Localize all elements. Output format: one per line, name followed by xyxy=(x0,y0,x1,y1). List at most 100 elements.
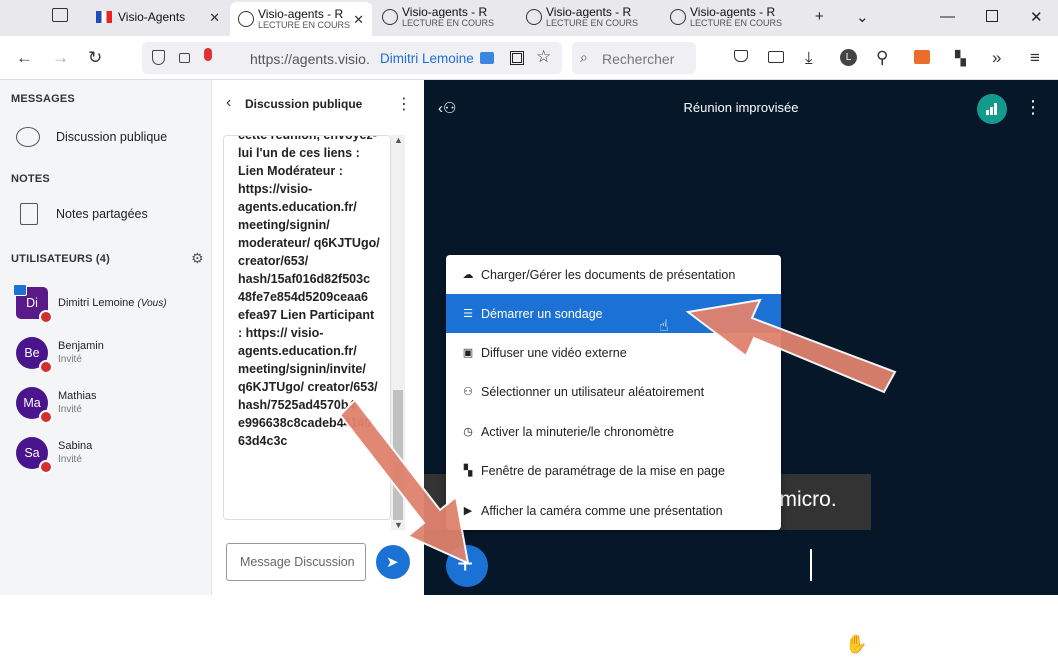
notification-banner-edge xyxy=(424,474,446,530)
tab-visio-agents-2[interactable]: Visio-agents - R LECTURE EN COURS ✕ xyxy=(230,2,372,36)
avatar: Be xyxy=(16,337,53,374)
chat-scrollbar[interactable]: ▲ ▼ xyxy=(391,135,405,530)
user-name: Benjamin Invité xyxy=(58,340,104,365)
lock-icon[interactable] xyxy=(179,53,190,63)
screen-share-off-icon xyxy=(759,638,777,654)
qr-code-icon[interactable] xyxy=(510,51,524,65)
microphone-button[interactable] xyxy=(621,625,666,668)
actions-button[interactable]: + xyxy=(446,545,488,587)
chat-message-list[interactable]: cette réunion, envoyez-lui l'un de ces l… xyxy=(223,135,391,520)
controls-divider xyxy=(810,549,812,581)
menu-item-camera-as-content[interactable]: ▶ Afficher la caméra comme une présentat… xyxy=(446,491,781,530)
scroll-up-icon[interactable]: ▲ xyxy=(394,135,403,145)
menu-item-start-poll[interactable]: ☰ Démarrer un sondage ☝ xyxy=(446,294,781,335)
extension-badge-icon[interactable] xyxy=(914,50,930,64)
sidebar-item-shared-notes[interactable]: Notes partagées xyxy=(16,203,148,225)
url-user-label: Dimitri Lemoine xyxy=(380,51,474,66)
messages-heading: MESSAGES xyxy=(11,93,75,105)
menu-item-layout-settings[interactable]: ▚ Fenêtre de paramétrage de la mise en p… xyxy=(446,451,781,490)
message-input[interactable]: Message Discussion xyxy=(226,543,366,581)
profile-icon[interactable]: L xyxy=(840,49,857,66)
maximize-icon[interactable] xyxy=(986,10,998,22)
search-bar[interactable]: ⌕ Rechercher xyxy=(572,42,696,74)
user-list-item[interactable]: Di Dimitri Lemoine (Vous) xyxy=(13,284,167,324)
menu-item-upload-presentation[interactable]: ☁ Charger/Gérer les documents de présent… xyxy=(446,255,781,294)
extensions-icon[interactable]: ⚲ xyxy=(876,48,888,68)
muted-microphone-icon xyxy=(39,310,53,324)
tab-title: Visio-Agents xyxy=(118,10,186,24)
tab-subtitle: LECTURE EN COURS xyxy=(258,20,351,30)
muted-microphone-icon xyxy=(39,410,53,424)
camera-button[interactable] xyxy=(684,625,726,667)
connection-status-icon[interactable] xyxy=(977,94,1007,124)
tab-visio-agents[interactable]: Visio-Agents ✕ xyxy=(88,0,228,34)
user-list-item[interactable]: Sa Sabina Invité xyxy=(16,437,93,474)
user-list-item[interactable]: Ma Mathias Invité xyxy=(16,387,97,424)
container-icon[interactable] xyxy=(480,52,494,64)
hamburger-menu-icon[interactable]: ≡ xyxy=(1030,48,1040,68)
chat-bubbles-icon xyxy=(16,127,40,147)
user-name: Sabina Invité xyxy=(58,440,93,465)
meeting-title: Réunion improvisée xyxy=(683,100,799,115)
globe-icon xyxy=(526,9,542,25)
download-icon[interactable]: ⤓ xyxy=(805,48,813,68)
close-window-icon[interactable]: ✕ xyxy=(1030,8,1043,26)
gear-icon[interactable]: ⚙ xyxy=(191,250,204,267)
menu-item-label: Diffuser une vidéo externe xyxy=(481,345,627,360)
search-icon: ⌕ xyxy=(580,49,588,65)
navigation-bar: ← → ↻ https://agents.visio.e Dimitri Lem… xyxy=(0,36,1058,90)
pocket-icon[interactable] xyxy=(734,50,748,62)
menu-item-random-user[interactable]: ⚇ Sélectionner un utilisateur aléatoirem… xyxy=(446,372,781,411)
tab-visio-agents-5[interactable]: Visio-agents - R LECTURE EN COURS xyxy=(662,0,802,34)
tab-list-icon[interactable] xyxy=(52,8,68,22)
send-button[interactable]: ➤ xyxy=(376,545,410,579)
chevron-down-icon[interactable]: ⌄ xyxy=(856,8,869,26)
address-bar[interactable]: https://agents.visio.e Dimitri Lemoine ☆ xyxy=(142,42,562,74)
scrollbar-thumb[interactable] xyxy=(393,390,403,520)
chevron-left-icon[interactable]: ‹ xyxy=(226,94,231,112)
cloud-upload-icon: ☁ xyxy=(462,269,474,281)
notes-heading: NOTES xyxy=(11,173,50,185)
microphone-icon[interactable] xyxy=(204,48,212,61)
apps-grid-icon[interactable]: ▚ xyxy=(955,50,966,67)
screen-share-button[interactable] xyxy=(747,625,789,667)
menu-item-external-video[interactable]: ▣ Diffuser une vidéo externe xyxy=(446,333,781,372)
tab-visio-agents-3[interactable]: Visio-agents - R LECTURE EN COURS xyxy=(374,0,514,34)
close-icon[interactable]: ✕ xyxy=(209,10,220,26)
menu-item-label: Sélectionner un utilisateur aléatoiremen… xyxy=(481,384,705,399)
reload-icon[interactable]: ↻ xyxy=(88,48,102,68)
shield-icon[interactable] xyxy=(152,50,165,65)
close-icon[interactable]: ✕ xyxy=(353,12,364,28)
tab-visio-agents-4[interactable]: Visio-agents - R LECTURE EN COURS xyxy=(518,0,658,34)
globe-icon xyxy=(670,9,686,25)
tab-title: Visio-agents - R xyxy=(690,6,776,18)
raise-hand-button[interactable]: ✋ xyxy=(833,625,875,667)
url-text[interactable]: https://agents.visio.e xyxy=(250,51,370,67)
presentation-toggle-button[interactable] xyxy=(997,625,1039,667)
message-input-placeholder: Message Discussion xyxy=(240,555,355,569)
menu-item-timer[interactable]: ◷ Activer la minuterie/le chronomètre xyxy=(446,412,781,451)
user-list-item[interactable]: Be Benjamin Invité xyxy=(16,337,104,374)
folder-icon[interactable] xyxy=(768,51,784,63)
forward-icon[interactable]: → xyxy=(52,48,69,68)
more-options-icon[interactable]: ⋮ xyxy=(1024,97,1042,118)
menu-item-label: Activer la minuterie/le chronomètre xyxy=(481,424,675,439)
more-options-icon[interactable]: ⋮ xyxy=(396,94,412,114)
back-icon[interactable]: ← xyxy=(16,48,33,68)
minimize-icon[interactable]: — xyxy=(940,8,955,25)
user-role: Invité xyxy=(58,354,82,365)
hand-icon: ✋ xyxy=(845,634,868,654)
bookmark-star-icon[interactable]: ☆ xyxy=(536,47,551,67)
audio-options-icon[interactable] xyxy=(652,654,666,668)
sidebar-item-public-chat[interactable]: Discussion publique xyxy=(16,127,167,147)
camera-off-icon xyxy=(696,639,714,653)
users-sidebar: MESSAGES Discussion publique NOTES Notes… xyxy=(0,80,212,595)
tab-subtitle: LECTURE EN COURS xyxy=(546,18,639,28)
overflow-chevrons-icon[interactable]: » xyxy=(992,48,1001,68)
send-icon: ➤ xyxy=(386,554,399,571)
new-tab-icon[interactable]: + xyxy=(815,8,824,25)
scroll-down-icon[interactable]: ▼ xyxy=(394,520,403,530)
globe-icon xyxy=(238,11,254,27)
user-role: Invité xyxy=(58,454,82,465)
presentation-icon xyxy=(1009,637,1027,651)
